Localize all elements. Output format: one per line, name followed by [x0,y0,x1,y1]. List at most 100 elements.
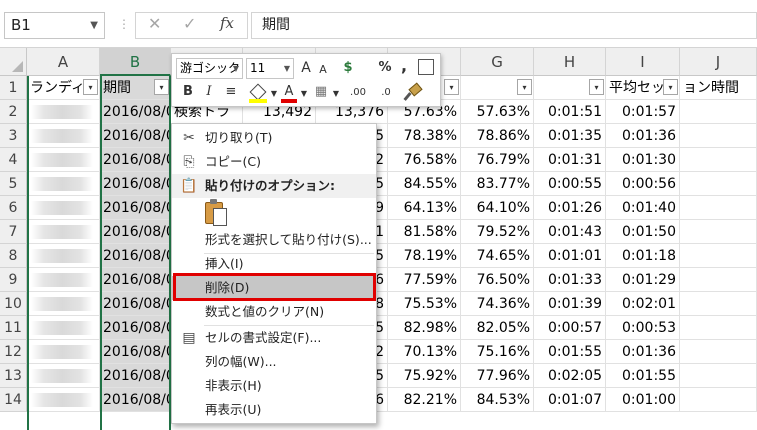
cell-h1[interactable]: ▾ [534,76,606,100]
cell-i14[interactable]: 0:01:00 [606,388,680,412]
cell-h2[interactable]: 0:01:51 [534,100,606,124]
cell-j11[interactable] [680,316,757,340]
cell-j5[interactable] [680,172,757,196]
row-header[interactable]: 9 [0,268,27,292]
comma-button[interactable]: , [398,56,410,76]
cell-b12[interactable]: 2016/08/0 [100,340,171,364]
cell-b5[interactable]: 2016/08/0 [100,172,171,196]
row-header[interactable]: 14 [0,388,27,412]
cell-g11[interactable]: 82.05% [461,316,534,340]
cell-g12[interactable]: 75.16% [461,340,534,364]
cell-b2[interactable]: 2016/08/0 [100,100,171,124]
cell-a1[interactable]: ランディ ▾ [27,76,100,100]
cell-b8[interactable]: 2016/08/0 [100,244,171,268]
row-header[interactable]: 6 [0,196,27,220]
menu-item-column-width[interactable]: 列の幅(W)... [172,350,376,374]
chevron-down-icon[interactable]: ▼ [269,84,279,104]
shrink-font-button[interactable]: A [316,60,330,80]
menu-item-hide[interactable]: 非表示(H) [172,374,376,398]
cell-i2[interactable]: 0:01:57 [606,100,680,124]
bold-button[interactable]: B [180,82,196,102]
cell-i5[interactable]: 0:00:56 [606,172,680,196]
cell-i1[interactable]: 平均セッ ▾ [606,76,680,100]
column-header-g[interactable]: G [461,48,534,76]
filter-dropdown-icon[interactable]: ▾ [154,79,169,95]
menu-item-unhide[interactable]: 再表示(U) [172,398,376,422]
cell-g1[interactable]: ▾ [461,76,534,100]
cell-g2[interactable]: 57.63% [461,100,534,124]
cell-a6[interactable] [27,196,100,220]
cell-j12[interactable] [680,340,757,364]
row-header[interactable]: 3 [0,124,27,148]
cell-j7[interactable] [680,220,757,244]
cell-j13[interactable] [680,364,757,388]
cell-a10[interactable] [27,292,100,316]
cell-i7[interactable]: 0:01:50 [606,220,680,244]
cell-a12[interactable] [27,340,100,364]
cell-g13[interactable]: 77.96% [461,364,534,388]
cell-i3[interactable]: 0:01:36 [606,124,680,148]
table-format-icon[interactable] [418,59,434,75]
cell-g3[interactable]: 78.86% [461,124,534,148]
cell-a9[interactable] [27,268,100,292]
filter-dropdown-icon[interactable]: ▾ [83,79,98,95]
cell-a4[interactable] [27,148,100,172]
cell-j9[interactable] [680,268,757,292]
font-color-button[interactable]: A [280,82,298,104]
cell-i13[interactable]: 0:01:55 [606,364,680,388]
cell-j8[interactable] [680,244,757,268]
cell-b14[interactable]: 2016/08/0 [100,388,171,412]
row-header[interactable]: 5 [0,172,27,196]
chevron-down-icon[interactable]: ▼ [331,84,341,104]
cell-a5[interactable] [27,172,100,196]
cell-g5[interactable]: 83.77% [461,172,534,196]
percent-button[interactable]: % [376,58,394,78]
cell-b13[interactable]: 2016/08/0 [100,364,171,388]
name-box[interactable]: B1 ▼ [4,12,105,39]
row-header[interactable]: 1 [0,76,27,100]
column-header-a[interactable]: A [27,48,100,76]
cell-f4[interactable]: 76.58% [388,148,461,172]
cell-g7[interactable]: 79.52% [461,220,534,244]
row-header[interactable]: 11 [0,316,27,340]
menu-item-clear[interactable]: 数式と値のクリア(N) [172,300,376,324]
cell-h4[interactable]: 0:01:31 [534,148,606,172]
row-header[interactable]: 13 [0,364,27,388]
chevron-down-icon[interactable]: ▼ [299,84,309,104]
cell-b1[interactable]: 期間 ▾ [100,76,171,100]
cell-a7[interactable] [27,220,100,244]
cell-i10[interactable]: 0:02:01 [606,292,680,316]
borders-icon[interactable]: ▦ [312,82,330,102]
increase-decimal-button[interactable]: .00 [346,83,370,103]
cell-g4[interactable]: 76.79% [461,148,534,172]
cell-i8[interactable]: 0:01:18 [606,244,680,268]
cell-f7[interactable]: 81.58% [388,220,461,244]
cancel-icon[interactable]: ✕ [148,14,161,34]
cell-f14[interactable]: 82.21% [388,388,461,412]
filter-dropdown-icon[interactable]: ▾ [663,79,678,95]
align-button[interactable]: ≡ [222,82,240,102]
decrease-decimal-button[interactable]: .0 [374,83,398,103]
cell-f9[interactable]: 77.59% [388,268,461,292]
cell-g9[interactable]: 76.50% [461,268,534,292]
row-header[interactable]: 12 [0,340,27,364]
cell-f5[interactable]: 84.55% [388,172,461,196]
cell-f10[interactable]: 75.53% [388,292,461,316]
fill-color-icon[interactable] [248,83,268,103]
grow-font-button[interactable]: A [298,58,314,78]
cell-i12[interactable]: 0:01:36 [606,340,680,364]
cell-h7[interactable]: 0:01:43 [534,220,606,244]
filter-dropdown-icon[interactable]: ▾ [589,79,604,95]
cell-g10[interactable]: 74.36% [461,292,534,316]
column-header-j[interactable]: J [680,48,757,76]
cell-a8[interactable] [27,244,100,268]
cell-g8[interactable]: 74.65% [461,244,534,268]
cell-a11[interactable] [27,316,100,340]
cell-h8[interactable]: 0:01:01 [534,244,606,268]
cell-b7[interactable]: 2016/08/0 [100,220,171,244]
cell-f13[interactable]: 75.92% [388,364,461,388]
menu-item-insert[interactable]: 挿入(I) [172,252,376,276]
confirm-icon[interactable]: ✓ [183,14,196,34]
currency-button[interactable]: $ [336,58,360,78]
cell-b10[interactable]: 2016/08/0 [100,292,171,316]
